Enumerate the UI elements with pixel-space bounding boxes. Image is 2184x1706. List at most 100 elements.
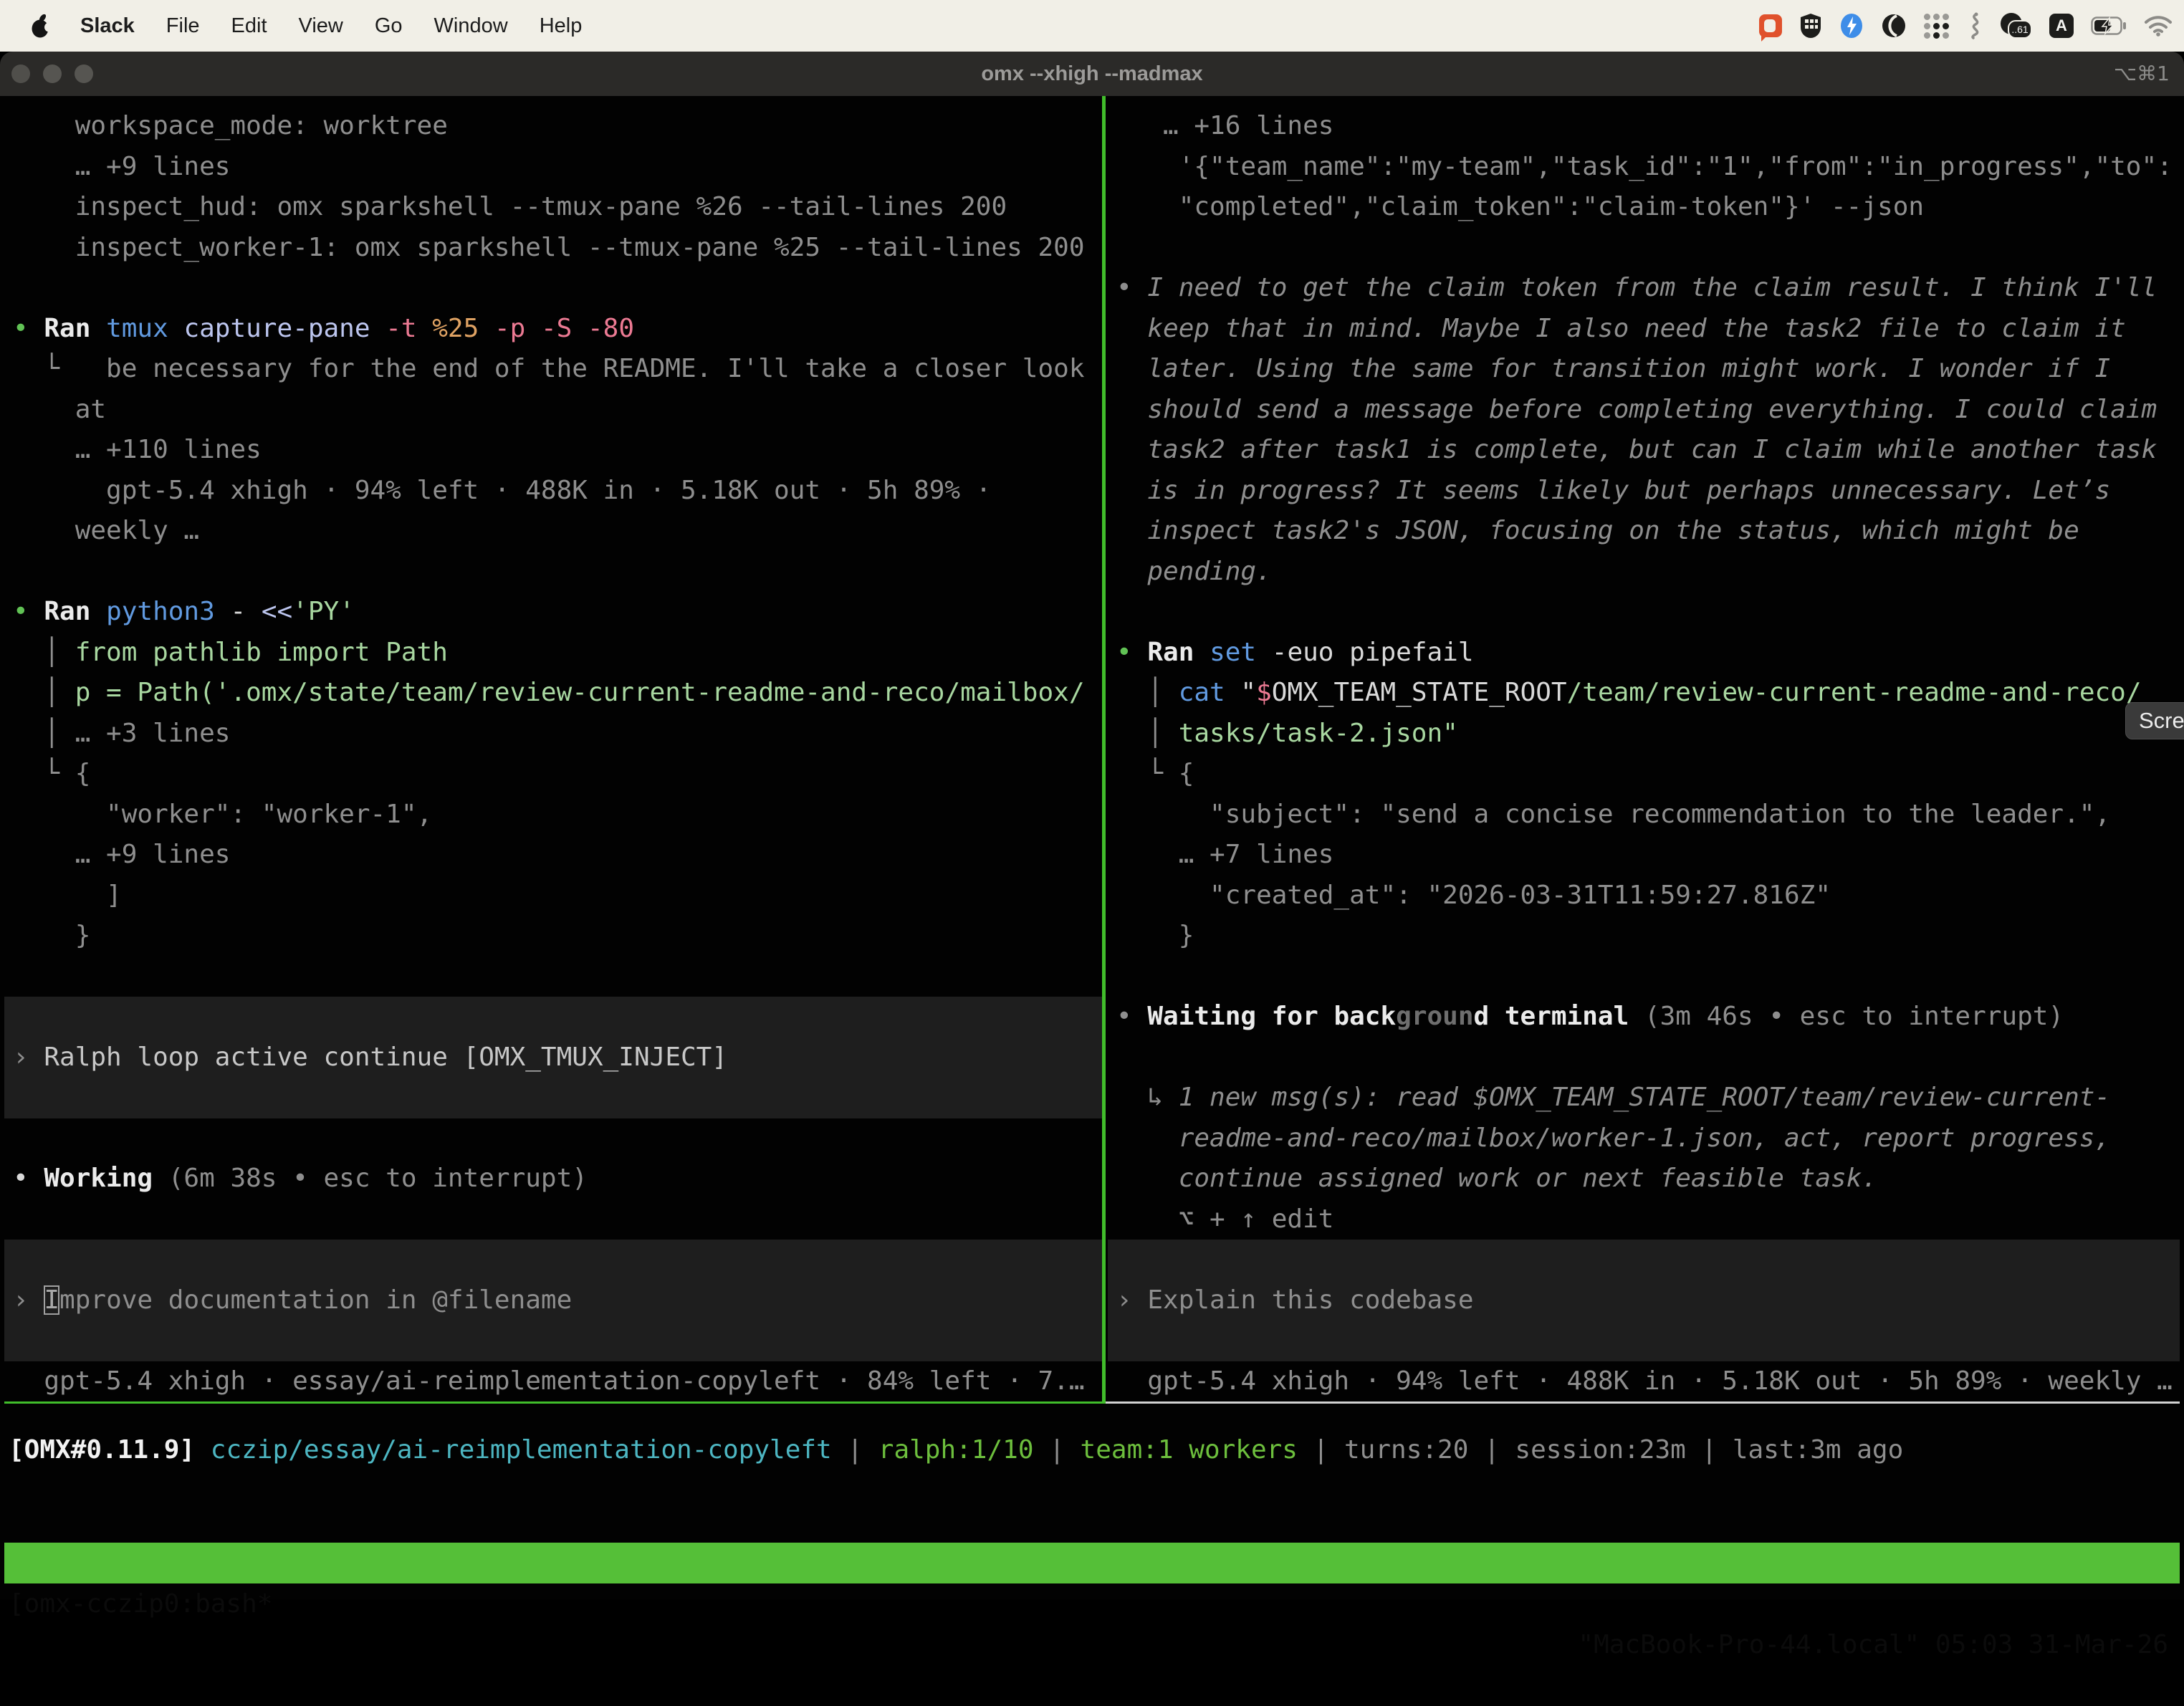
terminal-line <box>1108 1240 2180 1280</box>
text-segment: is in progress? It seems likely but perh… <box>1116 476 2110 505</box>
input-source-icon[interactable]: A <box>2049 14 2074 38</box>
sync-bolt-icon[interactable] <box>1839 13 1864 39</box>
dots-grid-icon[interactable] <box>1924 14 1949 39</box>
text-segment: › <box>13 1043 44 1072</box>
terminal-line: └ { <box>4 754 1102 795</box>
prompt-input-line[interactable]: › Explain this codebase <box>1108 1280 2180 1321</box>
text-segment: | turns:20 | session:23m | last:3m ago <box>1298 1435 1903 1465</box>
terminal-line: │ … +3 lines <box>4 714 1102 754</box>
text-segment: -euo pipefail <box>1272 638 1474 667</box>
text-segment: inspect_worker-1: omx sparkshell --tmux-… <box>13 233 1085 262</box>
screen-notification-overlay[interactable]: Scre <box>2125 702 2184 739</box>
macos-menu-bar: Slack File Edit View Go Window Help <box>0 0 2184 52</box>
menu-status-icons: ..61 A <box>1759 0 2173 52</box>
terminal-line: keep that in mind. Maybe I also need the… <box>1108 309 2180 350</box>
terminal-line <box>4 957 1102 997</box>
menu-item-edit[interactable]: Edit <box>231 14 267 38</box>
text-segment: … +9 lines <box>13 840 230 869</box>
terminal-line <box>1108 1321 2180 1361</box>
terminal-line <box>4 1240 1102 1280</box>
text-segment: … +9 lines <box>13 152 230 181</box>
wifi-icon[interactable] <box>2144 15 2173 37</box>
text-segment: team:1 workers <box>1081 1435 1298 1465</box>
terminal-line: ↳ 1 new msg(s): read $OMX_TEAM_STATE_ROO… <box>1108 1078 2180 1118</box>
text-segment <box>195 1435 211 1465</box>
window-title-bar[interactable]: omx --xhigh --madmax ⌥⌘1 <box>0 52 2184 96</box>
battery-icon[interactable] <box>2091 16 2127 35</box>
terminal-line: gpt-5.4 xhigh · essay/ai-reimplementatio… <box>4 1361 1102 1402</box>
text-segment: [OMX#0.11.9] <box>9 1435 195 1465</box>
menu-item-file[interactable]: File <box>166 14 200 38</box>
text-segment: • <box>13 314 44 343</box>
text-segment: • <box>1116 273 1147 302</box>
terminal-line: … +110 lines <box>4 430 1102 471</box>
text-segment: weekly … <box>13 516 199 545</box>
text-segment: • <box>1116 1002 1147 1031</box>
text-segment: } <box>1116 921 1194 950</box>
text-segment: pending. <box>1116 557 1272 586</box>
terminal-line: pending. <box>1108 552 2180 593</box>
terminal-line: • Ran tmux capture-pane -t %25 -p -S -80 <box>4 309 1102 350</box>
text-segment: - <box>230 597 261 626</box>
text-segment: │ <box>13 719 75 748</box>
prompt-input-line[interactable]: › Improve documentation in @filename <box>4 1280 1102 1321</box>
terminal-line: • Ran python3 - <<'PY' <box>4 592 1102 633</box>
terminal-line: gpt-5.4 xhigh · 94% left · 488K in · 5.1… <box>4 471 1102 512</box>
text-segment: ralph:1/10 <box>878 1435 1034 1465</box>
text-segment: | <box>832 1435 878 1465</box>
meter-badge-icon[interactable]: ..61 <box>2001 13 2032 39</box>
window-shortcut-hint: ⌥⌘1 <box>2114 52 2170 96</box>
text-segment: • <box>13 597 44 626</box>
squiggle-icon[interactable] <box>1966 12 1983 39</box>
text-segment: inspect task2's JSON, focusing on the st… <box>1116 516 2079 545</box>
text-segment: mprove documentation in @filename <box>59 1285 572 1315</box>
disk-crescent-icon[interactable] <box>1881 13 1907 39</box>
menu-item-view[interactable]: View <box>299 14 343 38</box>
terminal-line: … +7 lines <box>1108 835 2180 876</box>
text-segment: should send a message before completing … <box>1116 395 2157 424</box>
terminal-line: } <box>4 916 1102 957</box>
terminal-line <box>4 997 1102 1038</box>
window-title: omx --xhigh --madmax <box>0 52 2184 96</box>
text-segment: set <box>1210 638 1272 667</box>
terminal-line: • Waiting for background terminal (3m 46… <box>1108 997 2180 1038</box>
text-segment: } <box>13 921 90 950</box>
text-segment: OMX_TEAM_STATE_ROOT <box>1272 678 1567 707</box>
text-segment: tmux <box>106 314 183 343</box>
shield-grid-icon[interactable] <box>1799 13 1822 39</box>
terminal-line: is in progress? It seems likely but perh… <box>1108 471 2180 512</box>
text-segment: └ { <box>1116 759 1194 788</box>
terminal-line: … +9 lines <box>4 835 1102 876</box>
text-segment: I need to get the claim token from the c… <box>1147 273 2157 302</box>
text-segment: << <box>262 597 292 626</box>
text-segment: groun <box>1396 1002 1473 1031</box>
terminal-line: › Ralph loop active continue [OMX_TMUX_I… <box>4 1038 1102 1078</box>
terminal-line: "subject": "send a concise recommendatio… <box>1108 795 2180 835</box>
worker-pane: … +16 lines '{"team_name":"my-team","tas… <box>1108 106 2180 1401</box>
menu-app-name[interactable]: Slack <box>80 14 135 38</box>
text-segment: later. Using the same for transition mig… <box>1116 354 2110 383</box>
menu-item-help[interactable]: Help <box>540 14 583 38</box>
apple-menu-icon[interactable] <box>30 13 52 39</box>
terminal-line <box>1108 1038 2180 1078</box>
chat-app-icon[interactable] <box>1759 14 1782 37</box>
text-segment: p = Path('.omx/state/team/review-current… <box>75 678 1085 707</box>
terminal-line <box>4 1321 1102 1361</box>
terminal-line: │ p = Path('.omx/state/team/review-curre… <box>4 673 1102 714</box>
text-segment: %25 <box>432 314 494 343</box>
terminal-line: │ cat "$OMX_TEAM_STATE_ROOT/team/review-… <box>1108 673 2180 714</box>
text-segment: (6m 38s • esc to interrupt) <box>168 1164 588 1193</box>
menu-item-window[interactable]: Window <box>434 14 508 38</box>
pane-divider[interactable] <box>1102 96 1106 1404</box>
terminal-line: inspect_worker-1: omx sparkshell --tmux-… <box>4 228 1102 269</box>
text-segment: Waiting for back <box>1147 1002 1396 1031</box>
menu-item-go[interactable]: Go <box>375 14 403 38</box>
text-segment: • <box>13 1164 44 1193</box>
terminal-line: inspect_hud: omx sparkshell --tmux-pane … <box>4 187 1102 228</box>
terminal-line <box>1108 228 2180 269</box>
text-segment: python3 <box>106 597 230 626</box>
terminal-line: └ { <box>1108 754 2180 795</box>
terminal-line: … +16 lines <box>1108 106 2180 147</box>
text-segment: gpt-5.4 xhigh · 94% left · 488K in · 5.1… <box>13 476 991 505</box>
terminal-line: │ tasks/task-2.json" <box>1108 714 2180 754</box>
